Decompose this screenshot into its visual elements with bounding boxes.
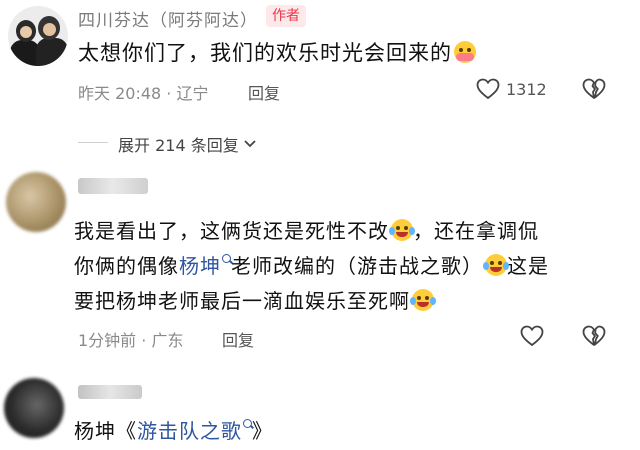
avatar[interactable] (6, 172, 66, 232)
reply-button[interactable]: 回复 (248, 80, 280, 104)
like-button[interactable] (520, 325, 544, 347)
comment-text-line: 你俩的偶像杨坤 老师改编的（游击战之歌） 这是 (74, 249, 549, 284)
like-button[interactable]: 1312 (476, 78, 547, 100)
expand-divider (78, 142, 108, 143)
broken-heart-icon (582, 78, 606, 99)
comment-text-segment: 杨坤《 (74, 419, 137, 443)
dislike-button[interactable] (582, 78, 606, 104)
search-link-text: 杨坤 (179, 254, 221, 278)
comment-text-segment: 我是看出了，这俩货还是死性不改 (74, 219, 389, 243)
search-link-text: 游击队之歌 (137, 419, 242, 443)
comment-text-segment: 要把杨坤老师最后一滴血娱乐至死啊 (74, 289, 410, 313)
comment-text-segment: 》 (252, 419, 273, 443)
chevron-down-icon (244, 140, 256, 148)
comment-text-segment: 老师改编的（游击战之歌） (231, 254, 483, 278)
comment-text: 杨坤《游击队之歌》 (74, 415, 273, 444)
crying-laughing-emoji-icon (410, 289, 436, 311)
comment-text-content: 太想你们了，我们的欢乐时光会回来的 (78, 41, 452, 65)
expand-replies-label: 展开 214 条回复 (118, 136, 239, 155)
crying-laughing-emoji-icon (389, 219, 415, 241)
comment-text-segment: ，还在拿调侃 (413, 219, 539, 243)
comment-text-segment: 你俩的偶像 (74, 254, 179, 278)
broken-heart-icon (582, 325, 606, 346)
comment-time-location: 昨天 20:48 · 辽宁 (78, 84, 209, 103)
comment-author-name[interactable]: 四川芬达（阿芬阿达） (78, 6, 258, 31)
comment-text: 太想你们了，我们的欢乐时光会回来的 (78, 37, 476, 67)
expand-replies-button[interactable]: 展开 214 条回复 (118, 132, 257, 156)
search-link[interactable]: 游击队之歌 (137, 419, 252, 443)
avatar[interactable] (4, 378, 64, 438)
blurred-username (78, 385, 142, 399)
comment-thread: 四川芬达（阿芬阿达） 作者 太想你们了，我们的欢乐时光会回来的 昨天 20:48… (0, 0, 640, 450)
search-icon (243, 419, 252, 428)
blurred-username (78, 178, 148, 194)
crying-laughing-emoji-icon (483, 254, 509, 276)
reply-button[interactable]: 回复 (222, 327, 254, 351)
avatar[interactable] (8, 6, 68, 66)
search-icon (222, 254, 231, 263)
comment-time-location: 1分钟前 · 广东 (78, 331, 184, 350)
search-link[interactable]: 杨坤 (179, 254, 231, 278)
hugging-face-emoji-icon (454, 41, 476, 63)
author-badge: 作者 (266, 5, 306, 27)
dislike-button[interactable] (582, 325, 606, 351)
comment-text-segment: 这是 (507, 254, 549, 278)
heart-icon (476, 78, 500, 100)
comment-text-line: 我是看出了，这俩货还是死性不改 ，还在拿调侃 (74, 214, 549, 249)
comment-text-line: 要把杨坤老师最后一滴血娱乐至死啊 (74, 284, 549, 319)
comment-text: 我是看出了，这俩货还是死性不改 ，还在拿调侃 你俩的偶像杨坤 老师改编的（游击战之歌… (74, 214, 549, 319)
heart-icon (520, 325, 544, 347)
like-count: 1312 (506, 79, 547, 99)
